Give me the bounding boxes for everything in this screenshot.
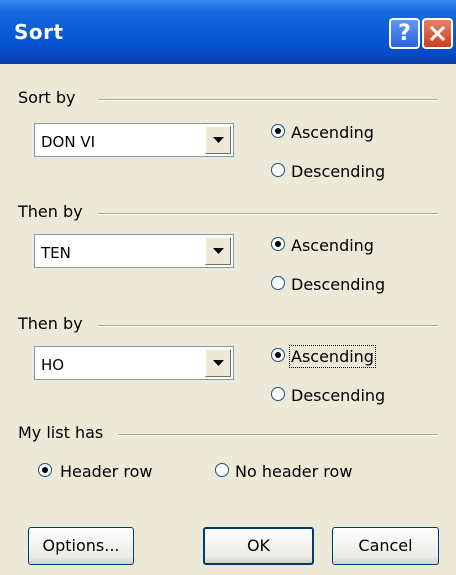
my-list-has-divider bbox=[118, 434, 438, 436]
then-by-2-divider bbox=[98, 325, 438, 327]
chevron-down-icon bbox=[213, 137, 224, 143]
cancel-button[interactable]: Cancel bbox=[332, 527, 439, 565]
ok-button[interactable]: OK bbox=[203, 527, 314, 565]
then-by-1-descending-label: Descending bbox=[291, 275, 386, 294]
then-by-2-field-value: HO bbox=[41, 356, 65, 374]
then-by-2-heading: Then by bbox=[18, 314, 83, 333]
then-by-2-ascending-label: Ascending bbox=[289, 345, 376, 368]
then-by-1-ascending-radio[interactable] bbox=[270, 236, 286, 252]
chevron-down-icon bbox=[213, 360, 224, 366]
then-by-2-descending-radio[interactable] bbox=[270, 386, 286, 402]
options-button[interactable]: Options... bbox=[28, 527, 134, 565]
then-by-1-divider bbox=[98, 213, 438, 215]
close-button[interactable] bbox=[422, 18, 453, 49]
sort-by-field-value: DON VI bbox=[41, 133, 96, 151]
no-header-row-radio[interactable] bbox=[214, 462, 230, 478]
sort-by-ascending-label: Ascending bbox=[291, 123, 374, 142]
no-header-row-label: No header row bbox=[235, 462, 353, 481]
sort-by-heading: Sort by bbox=[18, 88, 76, 107]
then-by-1-field-value: TEN bbox=[41, 244, 71, 262]
sort-by-divider bbox=[98, 99, 438, 101]
header-row-radio[interactable] bbox=[37, 462, 53, 478]
then-by-2-ascending-radio[interactable] bbox=[270, 347, 286, 363]
then-by-2-field-select[interactable]: HO bbox=[34, 346, 234, 380]
then-by-1-ascending-label: Ascending bbox=[291, 236, 374, 255]
sort-by-descending-radio[interactable] bbox=[270, 162, 286, 178]
then-by-2-dropdown-button[interactable] bbox=[205, 349, 231, 377]
then-by-2-descending-label: Descending bbox=[291, 386, 386, 405]
sort-by-field-select[interactable]: DON VI bbox=[34, 123, 234, 157]
then-by-1-descending-radio[interactable] bbox=[270, 275, 286, 291]
close-icon bbox=[430, 26, 445, 41]
then-by-1-heading: Then by bbox=[18, 202, 83, 221]
my-list-has-heading: My list has bbox=[18, 423, 104, 442]
sort-dialog-body: Sort by DON VI Ascending Descending Then… bbox=[0, 64, 456, 575]
then-by-1-dropdown-button[interactable] bbox=[205, 237, 231, 265]
dialog-title: Sort bbox=[14, 20, 64, 44]
sort-by-descending-label: Descending bbox=[291, 162, 386, 181]
header-row-label: Header row bbox=[60, 462, 153, 481]
sort-by-dropdown-button[interactable] bbox=[205, 126, 231, 154]
chevron-down-icon bbox=[213, 248, 224, 254]
then-by-1-field-select[interactable]: TEN bbox=[34, 234, 234, 268]
sort-dialog-titlebar: Sort ? bbox=[0, 0, 456, 64]
sort-by-ascending-radio[interactable] bbox=[270, 123, 286, 139]
question-mark-icon: ? bbox=[398, 21, 411, 46]
help-button[interactable]: ? bbox=[389, 18, 420, 49]
